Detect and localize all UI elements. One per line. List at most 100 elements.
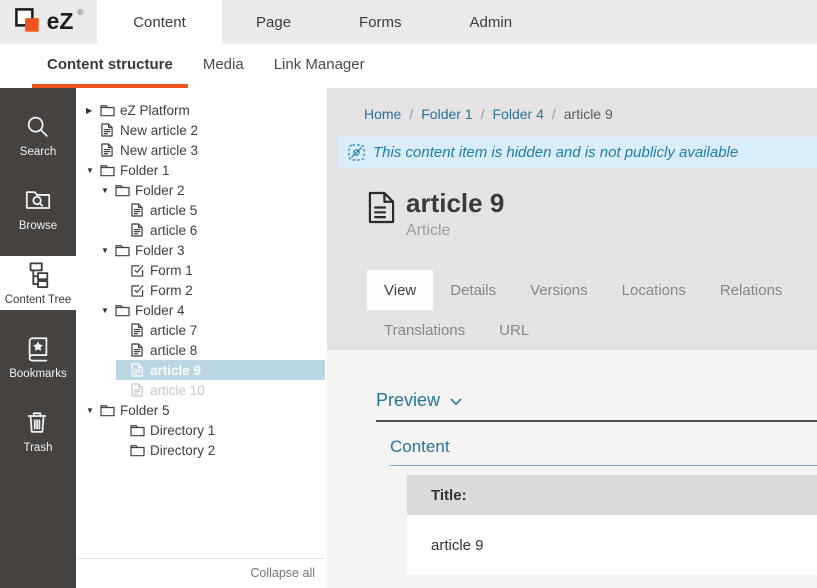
article-type-icon [368,191,395,224]
sidebar-item-label: Content Tree [5,294,71,306]
primary-nav-tab-label: Content [133,14,186,31]
content-tree: ▶ eZ Platform [76,100,325,460]
content-tab[interactable]: Versions [513,270,605,310]
tree-item-label: Folder 3 [135,243,185,258]
breadcrumb-item: article 9 [564,106,613,122]
collapse-all-button[interactable]: Collapse all [76,558,325,588]
folder-icon [99,163,115,178]
field-row: Title: article 9 [407,475,817,575]
primary-nav-tab[interactable]: Page [222,0,325,44]
tree-item[interactable]: article 8 [116,340,325,360]
search-icon [24,113,52,141]
preview-label: Preview [376,390,440,411]
content-tab-label: View [384,282,416,299]
content-tab-label: Versions [530,282,588,299]
sidebar-item-browse[interactable]: Browse [0,182,76,236]
breadcrumb-item: / [481,106,485,122]
tree-item[interactable]: article 5 [116,200,325,220]
expand-arrow-icon[interactable]: ▼ [101,306,114,315]
secondary-nav-tab[interactable]: Media [188,44,259,88]
tree-item-label: article 10 [150,383,205,398]
top-bar: eZ ® Content Page Forms Admin [0,0,817,44]
tree-item[interactable]: article 7 [116,320,325,340]
secondary-nav-tab-label: Link Manager [274,56,365,73]
tree-item-label: Folder 5 [120,403,170,418]
tree-item[interactable]: ▶ eZ Platform [86,100,325,120]
sidebar-item-search[interactable]: Search [0,108,76,162]
folder-icon [114,303,130,318]
expand-arrow-icon[interactable]: ▼ [101,186,114,195]
sidebar-item-content-tree[interactable]: Content Tree [0,256,76,310]
tree-item[interactable]: ▼ Folder 3 [101,240,325,260]
primary-nav-tab[interactable]: Admin [436,0,547,44]
breadcrumb-item[interactable]: Folder 1 [421,106,472,122]
primary-nav-tab-label: Page [256,14,291,31]
tree-item[interactable]: New article 3 [86,140,325,160]
page-title: article 9 [406,189,504,218]
tree-item-label: Folder 4 [135,303,185,318]
sidebar-item-label: Search [20,146,56,158]
left-sidebar: Search Browse Content Tree Bookmarks [0,88,76,588]
tree-item[interactable]: article 10 [116,380,325,400]
preview-section-toggle[interactable]: Preview [376,390,817,422]
content-fields-section: Content Title: article 9 [390,437,817,575]
tree-item[interactable]: Directory 2 [116,440,325,460]
content-tab-label: Details [450,282,496,299]
tree-item-label: Directory 2 [150,443,215,458]
tree-item-label: New article 3 [120,143,198,158]
article-icon [99,143,115,158]
content-tab[interactable]: Translations [367,310,482,350]
content-tab[interactable]: Details [433,270,513,310]
content-tab-label: Relations [720,282,783,299]
folder-icon [99,403,115,418]
sidebar-item-trash[interactable]: Trash [0,404,76,458]
tree-item[interactable]: New article 2 [86,120,325,140]
tree-item[interactable]: article 6 [116,220,325,240]
sidebar-item-label: Trash [24,442,53,454]
tree-item[interactable]: Form 2 [116,280,325,300]
content-section-heading: Content [390,437,817,466]
breadcrumb-item: / [409,106,413,122]
folder-icon [99,103,115,118]
hidden-content-notice: This content item is hidden and is not p… [338,137,817,168]
content-tab[interactable]: View [367,270,433,310]
tree-item-label: Form 2 [150,283,193,298]
breadcrumb-item[interactable]: Folder 4 [493,106,544,122]
tree-item[interactable]: article 9 [116,360,325,380]
content-tree-icon [24,261,52,289]
chevron-down-icon [450,398,462,406]
tree-item[interactable]: ▼ Folder 4 [101,300,325,320]
expand-arrow-icon[interactable]: ▼ [101,246,114,255]
tree-item[interactable]: ▼ Folder 1 [86,160,325,180]
sidebar-item-bookmarks[interactable]: Bookmarks [0,330,76,384]
tree-item[interactable]: Form 1 [116,260,325,280]
content-tab-label: Locations [622,282,686,299]
tree-item-label: New article 2 [120,123,198,138]
tree-item[interactable]: ▼ Folder 2 [101,180,325,200]
article-icon [129,383,145,398]
primary-nav-tab[interactable]: Content [97,0,222,44]
secondary-nav: Content structure Media Link Manager [0,44,817,88]
content-tab[interactable]: URL [482,310,546,350]
expand-arrow-icon[interactable]: ▼ [86,166,99,175]
secondary-nav-tab-label: Media [203,56,244,73]
tree-item[interactable]: ▼ Folder 5 [86,400,325,420]
secondary-nav-tab[interactable]: Link Manager [259,44,380,88]
notice-text: This content item is hidden and is not p… [373,144,738,161]
tree-item-label: Folder 1 [120,163,170,178]
sidebar-item-label: Bookmarks [9,368,67,380]
content-tab[interactable]: Locations [605,270,703,310]
tree-item-label: Form 1 [150,263,193,278]
tree-item[interactable]: Directory 1 [116,420,325,440]
tree-item-label: article 8 [150,343,197,358]
field-label: Title: [407,475,817,515]
ez-logo[interactable]: eZ ® [0,0,97,44]
content-tab[interactable]: Relations [703,270,800,310]
expand-arrow-icon[interactable]: ▶ [86,106,99,115]
primary-nav-tab[interactable]: Forms [325,0,436,44]
secondary-nav-tab[interactable]: Content structure [32,44,188,88]
article-icon [129,363,145,378]
expand-arrow-icon[interactable]: ▼ [86,406,99,415]
breadcrumb-item[interactable]: Home [364,106,401,122]
content-tab-label: URL [499,322,529,339]
